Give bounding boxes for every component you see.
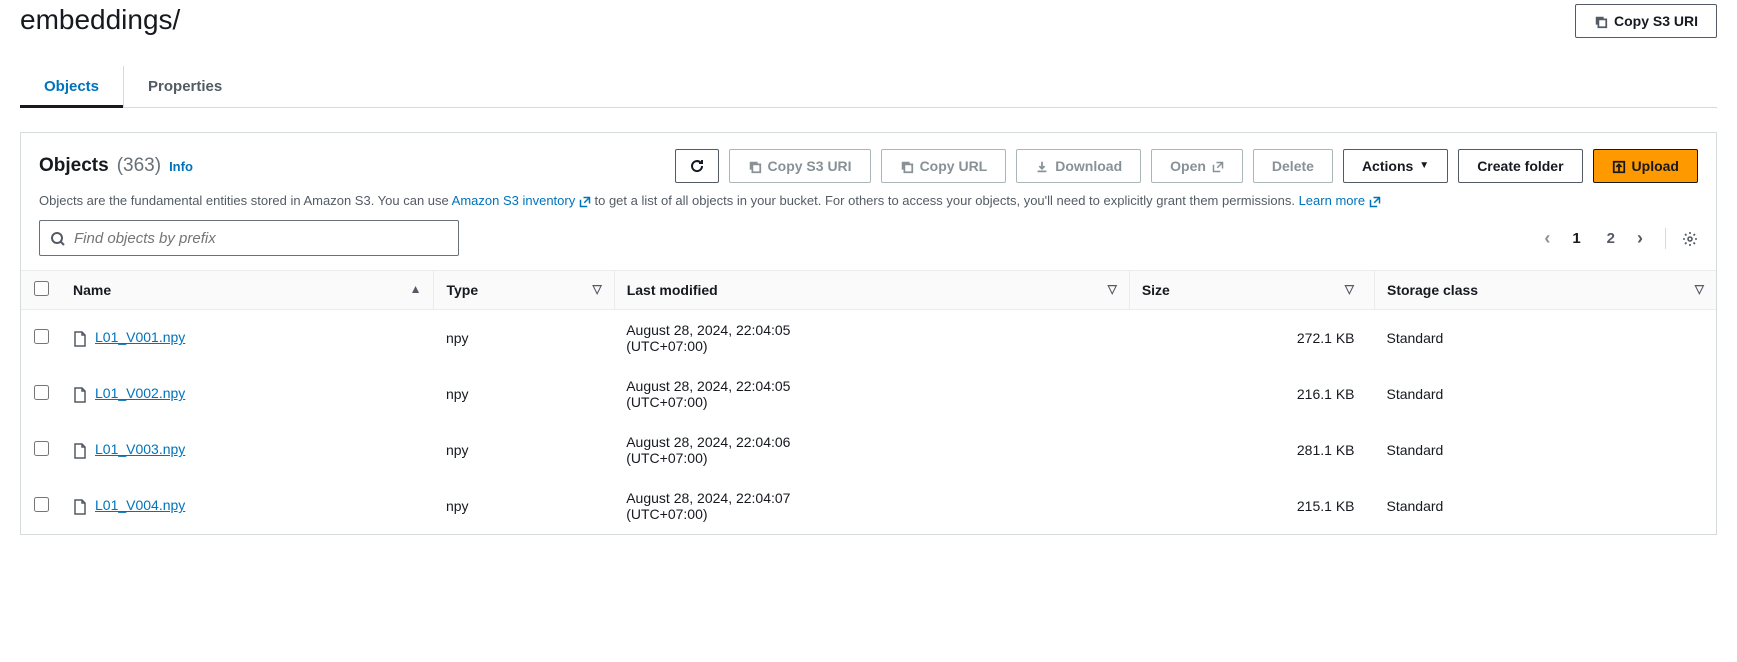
caret-down-icon: ▼	[1419, 160, 1429, 171]
download-label: Download	[1055, 158, 1122, 174]
cell-modified: August 28, 2024, 22:04:05(UTC+07:00)	[614, 366, 1129, 422]
copy-icon	[1594, 13, 1608, 29]
cell-type: npy	[434, 310, 614, 367]
col-size[interactable]: Size▽	[1129, 271, 1374, 310]
row-checkbox[interactable]	[34, 385, 49, 400]
upload-button[interactable]: Upload	[1593, 149, 1698, 183]
col-checkbox	[21, 271, 61, 310]
page-title: embeddings/	[20, 4, 180, 36]
cell-storage: Standard	[1375, 310, 1717, 367]
row-checkbox[interactable]	[34, 497, 49, 512]
copy-icon	[900, 158, 914, 174]
external-icon	[1369, 193, 1381, 208]
sort-asc-icon: ▲	[410, 282, 422, 296]
cell-storage: Standard	[1375, 478, 1717, 534]
delete-button[interactable]: Delete	[1253, 149, 1333, 183]
page-2[interactable]: 2	[1603, 228, 1619, 249]
settings-button[interactable]	[1665, 228, 1698, 249]
panel-title: Objects	[39, 155, 109, 177]
info-link[interactable]: Info	[169, 159, 193, 174]
tab-properties[interactable]: Properties	[123, 66, 246, 107]
upload-label: Upload	[1632, 158, 1679, 174]
object-link[interactable]: L01_V003.npy	[95, 441, 185, 457]
cell-size: 216.1 KB	[1129, 366, 1374, 422]
tabs: Objects Properties	[20, 66, 1717, 108]
cell-size: 281.1 KB	[1129, 422, 1374, 478]
cell-modified: August 28, 2024, 22:04:06(UTC+07:00)	[614, 422, 1129, 478]
cell-modified: August 28, 2024, 22:04:05(UTC+07:00)	[614, 310, 1129, 367]
copy-icon	[748, 158, 762, 174]
copy-url-label: Copy URL	[920, 158, 988, 174]
inventory-link[interactable]: Amazon S3 inventory	[452, 193, 591, 208]
open-button[interactable]: Open	[1151, 149, 1243, 183]
toolbar: Copy S3 URI Copy URL Download Open Delet…	[675, 149, 1698, 183]
search-box[interactable]	[39, 220, 459, 256]
page-1[interactable]: 1	[1568, 228, 1584, 249]
learn-more-link[interactable]: Learn more	[1299, 193, 1381, 208]
panel-count: (363)	[117, 155, 161, 177]
actions-button[interactable]: Actions ▼	[1343, 149, 1448, 183]
actions-label: Actions	[1362, 158, 1413, 174]
tab-objects[interactable]: Objects	[20, 66, 123, 107]
cell-modified: August 28, 2024, 22:04:07(UTC+07:00)	[614, 478, 1129, 534]
file-icon	[73, 329, 87, 346]
table-row: L01_V001.npy npyAugust 28, 2024, 22:04:05…	[21, 310, 1716, 367]
object-link[interactable]: L01_V002.npy	[95, 385, 185, 401]
copy-s3-uri-button[interactable]: Copy S3 URI	[729, 149, 871, 183]
cell-size: 215.1 KB	[1129, 478, 1374, 534]
download-button[interactable]: Download	[1016, 149, 1141, 183]
sort-icon: ▽	[1695, 282, 1704, 296]
panel-description: Objects are the fundamental entities sto…	[21, 193, 1716, 220]
objects-panel: Objects (363) Info Copy S3 URI Copy URL	[20, 132, 1717, 535]
file-icon	[73, 497, 87, 514]
create-folder-label: Create folder	[1477, 158, 1563, 174]
object-link[interactable]: L01_V004.npy	[95, 497, 185, 513]
table-row: L01_V002.npy npyAugust 28, 2024, 22:04:05…	[21, 366, 1716, 422]
col-name[interactable]: Name▲	[61, 271, 434, 310]
open-label: Open	[1170, 158, 1206, 174]
cell-storage: Standard	[1375, 366, 1717, 422]
object-link[interactable]: L01_V001.npy	[95, 329, 185, 345]
col-modified[interactable]: Last modified▽	[614, 271, 1129, 310]
next-page-button[interactable]: ›	[1637, 228, 1643, 249]
search-input[interactable]	[74, 230, 448, 247]
table-row: L01_V004.npy npyAugust 28, 2024, 22:04:07…	[21, 478, 1716, 534]
col-type[interactable]: Type▽	[434, 271, 614, 310]
copy-s3-uri-label: Copy S3 URI	[768, 158, 852, 174]
upload-icon	[1612, 158, 1626, 174]
sort-icon: ▽	[592, 282, 601, 296]
objects-table: Name▲ Type▽ Last modified▽ Size▽ Storage…	[21, 270, 1716, 534]
sort-icon: ▽	[1345, 282, 1354, 296]
refresh-icon	[689, 158, 705, 174]
copy-s3-uri-top-button[interactable]: Copy S3 URI	[1575, 4, 1717, 38]
delete-label: Delete	[1272, 158, 1314, 174]
cell-type: npy	[434, 478, 614, 534]
external-icon	[579, 193, 591, 208]
cell-storage: Standard	[1375, 422, 1717, 478]
copy-s3-uri-top-label: Copy S3 URI	[1614, 13, 1698, 29]
table-row: L01_V003.npy npyAugust 28, 2024, 22:04:06…	[21, 422, 1716, 478]
refresh-button[interactable]	[675, 149, 719, 183]
prev-page-button[interactable]: ‹	[1544, 228, 1550, 249]
copy-url-button[interactable]: Copy URL	[881, 149, 1007, 183]
pagination: ‹ 1 2 ›	[1544, 228, 1698, 249]
external-icon	[1212, 158, 1224, 174]
search-icon	[50, 229, 66, 246]
col-storage[interactable]: Storage class▽	[1375, 271, 1717, 310]
cell-type: npy	[434, 422, 614, 478]
cell-type: npy	[434, 366, 614, 422]
row-checkbox[interactable]	[34, 329, 49, 344]
row-checkbox[interactable]	[34, 441, 49, 456]
select-all-checkbox[interactable]	[34, 281, 49, 296]
download-icon	[1035, 158, 1049, 174]
desc-text-prefix: Objects are the fundamental entities sto…	[39, 193, 452, 208]
sort-icon: ▽	[1108, 282, 1117, 296]
file-icon	[73, 441, 87, 458]
create-folder-button[interactable]: Create folder	[1458, 149, 1582, 183]
desc-text-mid: to get a list of all objects in your buc…	[594, 193, 1298, 208]
file-icon	[73, 385, 87, 402]
cell-size: 272.1 KB	[1129, 310, 1374, 367]
